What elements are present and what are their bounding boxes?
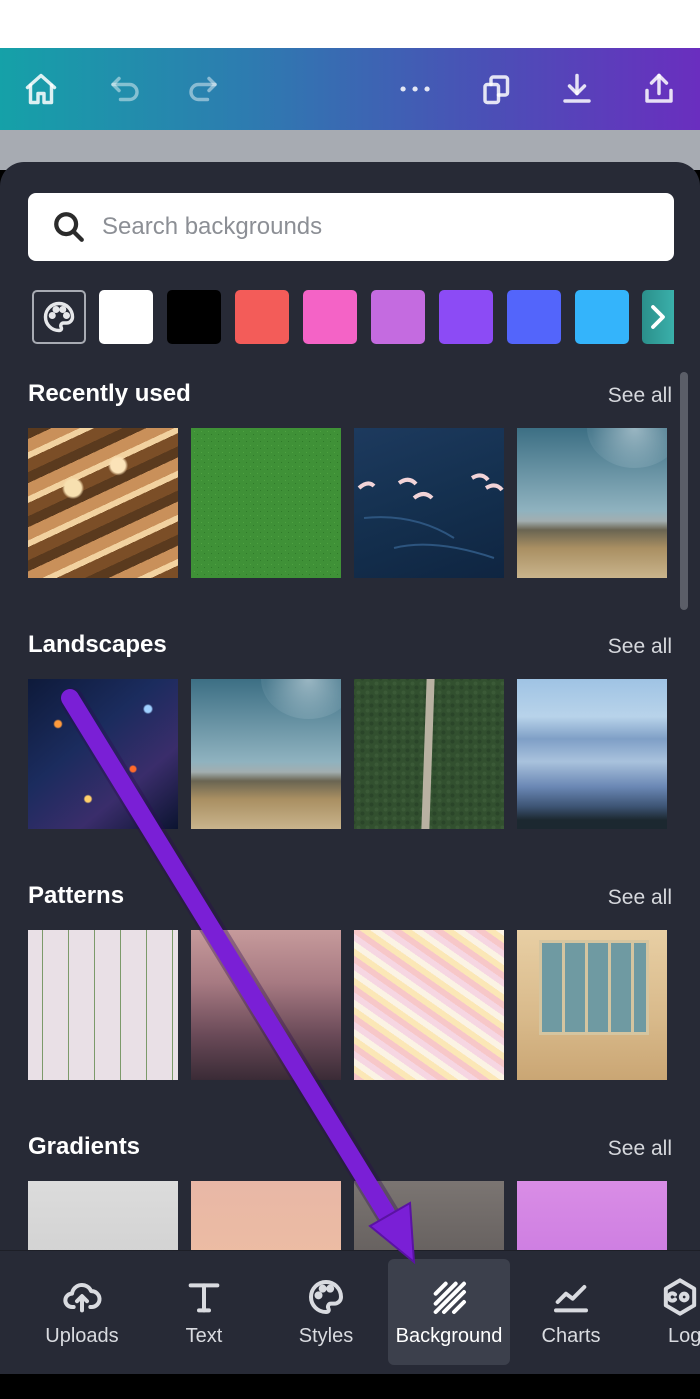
bottom-tab-bar: Uploads Text Styles Background Charts Lo… [0, 1250, 700, 1374]
recent-thumb-grass[interactable] [191, 428, 341, 578]
landscape-thumb-city-night[interactable] [28, 679, 178, 829]
landscape-thumb-misty-mountains[interactable] [517, 679, 667, 829]
landscape-thumb-desert-moon[interactable] [191, 679, 341, 829]
section-title-landscapes: Landscapes [28, 631, 167, 658]
upload-cloud-icon [63, 1283, 102, 1313]
see-all-patterns-link[interactable]: See all [608, 886, 672, 910]
share-icon[interactable] [638, 68, 680, 110]
tab-logos[interactable]: Log [630, 1259, 700, 1365]
redo-icon[interactable] [182, 68, 224, 110]
color-swatch-sky[interactable] [575, 290, 629, 344]
see-all-gradients-link[interactable]: See all [608, 1137, 672, 1161]
tab-text-label: Text [185, 1325, 223, 1347]
editor-toolbar [0, 48, 700, 130]
landscape-thumb-forest-road[interactable] [354, 679, 504, 829]
tab-logos-label: Log [668, 1325, 700, 1347]
color-swatch-white[interactable] [99, 290, 153, 344]
scrollbar[interactable] [680, 372, 688, 610]
pattern-thumb-marshmallows[interactable] [354, 930, 504, 1080]
more-icon[interactable] [394, 68, 436, 110]
text-icon [188, 1283, 220, 1313]
pattern-thumb-flowers[interactable] [28, 930, 178, 1080]
recent-thumb-desert-moon[interactable] [517, 428, 667, 578]
download-icon[interactable] [556, 68, 598, 110]
section-title-patterns: Patterns [28, 882, 125, 909]
palette-icon [309, 1280, 343, 1314]
see-all-recently-used-link[interactable]: See all [608, 384, 672, 408]
tab-text[interactable]: Text [143, 1259, 265, 1365]
tab-uploads[interactable]: Uploads [21, 1259, 143, 1365]
undo-icon[interactable] [104, 68, 146, 110]
section-title-recently-used: Recently used [28, 380, 191, 407]
recent-thumb-light-streaks[interactable] [28, 428, 178, 578]
tab-charts-label: Charts [541, 1325, 601, 1347]
backgrounds-panel: Recently used See all Landscapes See all… [0, 162, 700, 1374]
search-bar[interactable] [28, 193, 674, 261]
section-title-gradients: Gradients [28, 1133, 141, 1160]
pages-icon[interactable] [476, 68, 518, 110]
pattern-thumb-dusk[interactable] [191, 930, 341, 1080]
color-swatch-red[interactable] [235, 290, 289, 344]
pattern-thumb-building[interactable] [517, 930, 667, 1080]
search-icon [54, 212, 84, 242]
palette-swatch-button[interactable] [32, 290, 86, 344]
color-swatch-purple[interactable] [439, 290, 493, 344]
search-input[interactable] [102, 213, 674, 241]
logo-icon [663, 1278, 697, 1316]
palette-icon [43, 301, 75, 333]
color-swatch-black[interactable] [167, 290, 221, 344]
tab-styles[interactable]: Styles [265, 1259, 387, 1365]
chevron-right-icon [651, 305, 665, 329]
swatch-scroll-next-button[interactable] [642, 290, 674, 344]
tab-background-label: Background [395, 1325, 503, 1347]
color-swatch-row [32, 290, 672, 344]
tab-background[interactable]: Background [388, 1259, 510, 1365]
tab-charts[interactable]: Charts [510, 1259, 632, 1365]
tab-styles-label: Styles [298, 1325, 354, 1347]
color-swatch-pink[interactable] [303, 290, 357, 344]
tab-uploads-label: Uploads [45, 1325, 119, 1347]
color-swatch-blue[interactable] [507, 290, 561, 344]
see-all-landscapes-link[interactable]: See all [608, 635, 672, 659]
color-swatch-orchid[interactable] [371, 290, 425, 344]
recent-thumb-flamingos[interactable] [354, 428, 504, 578]
status-strip [0, 0, 700, 48]
home-icon[interactable] [20, 68, 62, 110]
background-stripes-icon [433, 1281, 466, 1314]
system-nav-bar [0, 1374, 700, 1399]
chart-icon [554, 1285, 588, 1313]
